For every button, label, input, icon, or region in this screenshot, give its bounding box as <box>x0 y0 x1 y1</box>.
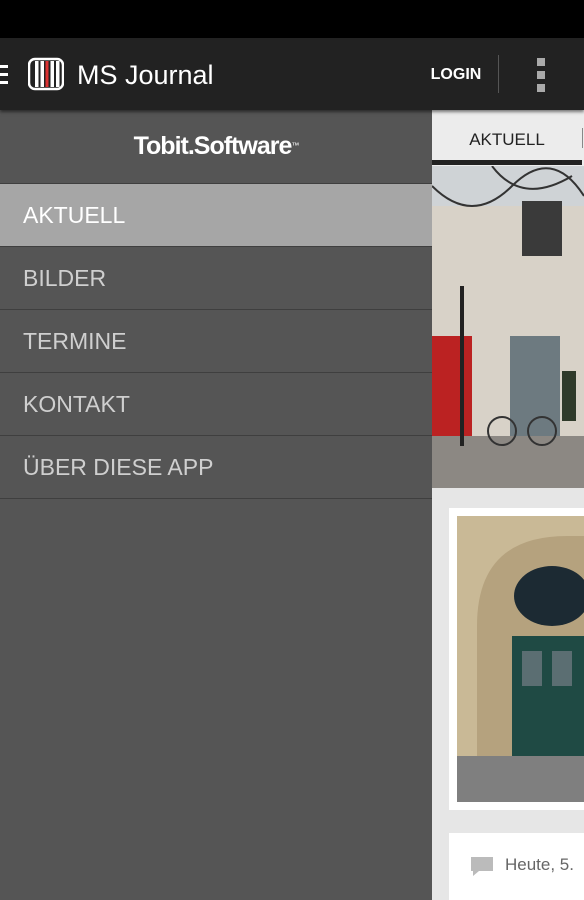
tab-bar: AKTUELL <box>432 110 584 166</box>
drawer-menu: AKTUELL BILDER TERMINE KONTAKT ÜBER DIES… <box>0 183 432 499</box>
actionbar-divider <box>498 55 499 93</box>
feed-image-cafe <box>457 516 584 802</box>
feed-card-meta[interactable]: Heute, 5. <box>449 833 584 900</box>
action-bar: MS Journal LOGIN <box>0 38 584 110</box>
feed-card[interactable] <box>449 508 584 810</box>
navigation-drawer: Tobit.Software™ AKTUELL BILDER TERMINE K… <box>0 110 432 900</box>
drawer-item-kontakt[interactable]: KONTAKT <box>0 372 432 435</box>
drawer-item-label: BILDER <box>23 265 107 291</box>
status-bar <box>0 0 584 38</box>
drawer-item-label: ÜBER DIESE APP <box>23 454 214 480</box>
drawer-item-label: AKTUELL <box>23 202 126 228</box>
app-logo-icon[interactable] <box>28 57 64 91</box>
tobit-logo-icon: Tobit.Software™ <box>0 130 432 162</box>
card-date: Heute, 5. <box>505 855 574 874</box>
brand-text: Tobit.Software <box>133 132 293 160</box>
drawer-item-ueber-diese-app[interactable]: ÜBER DIESE APP <box>0 435 432 499</box>
brand-trademark: ™ <box>291 141 299 150</box>
menu-icon[interactable] <box>0 65 8 85</box>
drawer-item-termine[interactable]: TERMINE <box>0 309 432 372</box>
overflow-menu-icon[interactable] <box>532 58 550 92</box>
app-title: MS Journal <box>77 60 214 90</box>
drawer-item-bilder[interactable]: BILDER <box>0 246 432 309</box>
comment-icon <box>471 857 493 876</box>
drawer-item-aktuell[interactable]: AKTUELL <box>0 183 432 246</box>
tab-indicator <box>432 160 582 165</box>
drawer-header: Tobit.Software™ <box>0 110 432 183</box>
tab-separator <box>582 128 583 148</box>
tab-aktuell[interactable]: AKTUELL <box>432 130 582 150</box>
drawer-item-label: TERMINE <box>23 328 127 354</box>
drawer-item-label: KONTAKT <box>23 391 130 417</box>
login-button[interactable]: LOGIN <box>420 60 492 90</box>
main-content: AKTUELL Heute, 5. <box>432 110 584 900</box>
feed-image-street[interactable] <box>432 165 584 488</box>
